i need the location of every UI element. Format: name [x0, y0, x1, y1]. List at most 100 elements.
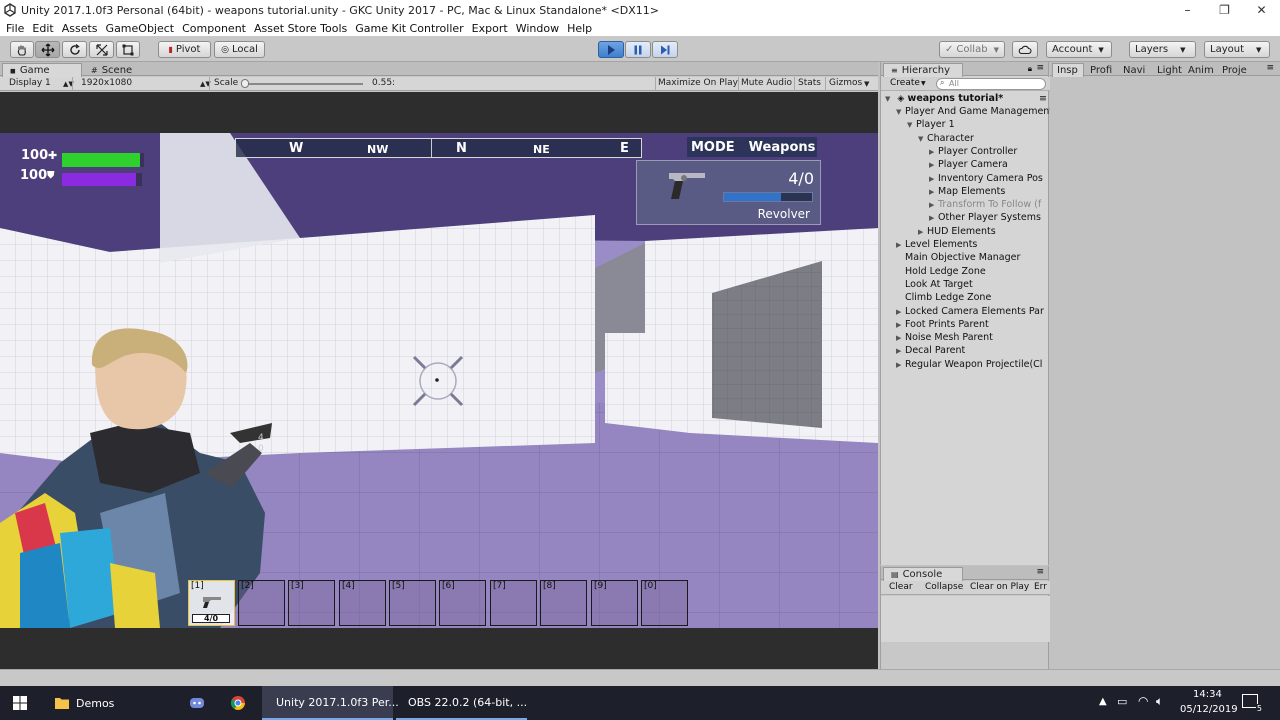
hierarchy-item[interactable]: ▶ Other Player Systems [881, 212, 1050, 225]
menu-file[interactable]: File [6, 22, 24, 35]
expand-arrow-icon[interactable]: ▶ [929, 148, 938, 156]
move-tool-button[interactable] [35, 41, 60, 58]
hierarchy-item[interactable]: ▶ Foot Prints Parent [881, 319, 1050, 332]
hierarchy-item[interactable]: ▶ Level Elements [881, 239, 1050, 252]
layout-dropdown[interactable]: Layout ▼ [1204, 41, 1270, 58]
hierarchy-item[interactable]: ▶ Regular Weapon Projectile(Cl [881, 359, 1050, 372]
weapon-slot-8[interactable]: [8] [540, 580, 587, 626]
clock-time[interactable]: 14:34 [1193, 689, 1222, 700]
taskbar-discord[interactable] [183, 686, 211, 720]
tab-console[interactable]: ▤ Console [883, 567, 963, 581]
tab-inspector[interactable]: Insp [1052, 63, 1084, 77]
hierarchy-item[interactable]: ▶ Locked Camera Elements Par [881, 306, 1050, 319]
console-collapse-button[interactable]: Collapse [925, 582, 963, 592]
taskbar-obs[interactable]: OBS 22.0.2 (64-bit, ... [396, 686, 527, 720]
tab-project[interactable]: Proje [1220, 63, 1255, 77]
expand-arrow-icon[interactable]: ▶ [896, 347, 905, 355]
pivot-toggle-button[interactable]: ▮ Pivot [158, 41, 211, 58]
scale-slider-thumb[interactable] [241, 79, 249, 88]
expand-arrow-icon[interactable]: ▶ [896, 321, 905, 329]
rect-tool-button[interactable] [116, 41, 140, 58]
panel-menu-icon[interactable]: ≡ [1036, 63, 1044, 73]
gizmos-dropdown[interactable]: Gizmos [829, 78, 862, 88]
menu-asset-store-tools[interactable]: Asset Store Tools [254, 22, 347, 35]
maximize-button[interactable]: ❐ [1206, 3, 1243, 17]
taskbar-chrome[interactable] [224, 686, 252, 720]
game-viewport[interactable]: 100 ✚ 100 ⛊ W NW N NE E MODE Weapons 4/0… [0, 133, 878, 628]
maximize-on-play-toggle[interactable]: Maximize On Play [658, 78, 738, 88]
weapon-slot-9[interactable]: [9] [591, 580, 638, 626]
hierarchy-item[interactable]: Climb Ledge Zone [881, 292, 1050, 305]
mute-audio-toggle[interactable]: Mute Audio [741, 78, 792, 88]
scene-menu-icon[interactable]: ≡ [1039, 93, 1047, 104]
hierarchy-item[interactable]: ▶ HUD Elements [881, 226, 1050, 239]
weapon-slot-3[interactable]: [3] [288, 580, 335, 626]
step-button[interactable] [652, 41, 678, 58]
hierarchy-item[interactable]: ▶ Noise Mesh Parent [881, 332, 1050, 345]
account-dropdown[interactable]: Account ▼ [1046, 41, 1112, 58]
console-log-area[interactable] [881, 596, 1050, 642]
menu-edit[interactable]: Edit [32, 22, 53, 35]
hierarchy-item[interactable]: ▼ Player 1 [881, 119, 1050, 132]
close-button[interactable]: ✕ [1243, 3, 1280, 17]
volume-icon[interactable]: 🔈︎ [1156, 694, 1163, 709]
hierarchy-search-box[interactable]: ⌕ All [936, 78, 1046, 90]
collab-dropdown[interactable]: ✓ Collab ▼ [939, 41, 1005, 58]
scale-tool-button[interactable] [89, 41, 114, 58]
menu-window[interactable]: Window [516, 22, 559, 35]
scale-slider-track[interactable] [243, 83, 363, 85]
weapon-slot-4[interactable]: [4] [339, 580, 386, 626]
weapon-slot-1[interactable]: [1] 4/0 [188, 580, 235, 626]
expand-arrow-icon[interactable]: ▶ [918, 228, 927, 236]
weapon-slot-7[interactable]: [7] [490, 580, 537, 626]
expand-arrow-icon[interactable]: ▶ [929, 214, 938, 222]
layers-dropdown[interactable]: Layers ▼ [1129, 41, 1196, 58]
taskbar-demos[interactable]: Demos [46, 686, 176, 720]
expand-arrow-icon[interactable]: ▶ [896, 308, 905, 316]
panel-menu-icon[interactable]: ≡ [1266, 63, 1274, 73]
expand-arrow-icon[interactable]: ▶ [929, 188, 938, 196]
hierarchy-item[interactable]: ▶ Decal Parent [881, 345, 1050, 358]
panel-menu-icon[interactable]: ≡ [1036, 567, 1044, 577]
tab-profiler[interactable]: Profi [1086, 63, 1118, 77]
minimize-button[interactable]: – [1169, 3, 1206, 17]
tab-scene[interactable]: # Scene [84, 63, 164, 77]
hierarchy-item[interactable]: ▼ Character [881, 133, 1050, 146]
start-button[interactable] [0, 686, 40, 720]
menu-component[interactable]: Component [182, 22, 246, 35]
local-toggle-button[interactable]: ◎ Local [214, 41, 265, 58]
expand-arrow-icon[interactable]: ▶ [929, 175, 938, 183]
console-error-pause-button[interactable]: Err [1034, 582, 1047, 592]
expand-arrow-icon[interactable]: ▼ [907, 121, 916, 129]
lock-icon[interactable]: 🔒︎ [1028, 64, 1032, 74]
menu-export[interactable]: Export [472, 22, 508, 35]
expand-arrow-icon[interactable]: ▶ [929, 201, 938, 209]
resolution-dropdown[interactable]: 1920x1080 [81, 78, 132, 88]
hierarchy-item[interactable]: Hold Ledge Zone [881, 266, 1050, 279]
menu-gameobject[interactable]: GameObject [106, 22, 175, 35]
hierarchy-item[interactable]: Main Objective Manager [881, 252, 1050, 265]
tab-navigation[interactable]: Navi [1119, 63, 1152, 77]
pause-button[interactable] [625, 41, 651, 58]
tab-lighting[interactable]: Light [1153, 63, 1186, 77]
expand-arrow-icon[interactable]: ▶ [896, 241, 905, 249]
clock-date[interactable]: 05/12/2019 [1180, 704, 1238, 715]
wifi-icon[interactable]: ◠ [1138, 694, 1148, 708]
expand-arrow-icon[interactable]: ▶ [929, 161, 938, 169]
cloud-button[interactable] [1012, 41, 1038, 58]
expand-arrow-icon[interactable]: ▶ [896, 334, 905, 342]
weapon-slot-5[interactable]: [5] [389, 580, 436, 626]
tray-chevron-up-icon[interactable]: ▲ [1099, 696, 1107, 707]
tab-hierarchy[interactable]: ≡ Hierarchy [883, 63, 963, 77]
tab-game[interactable]: ◼ Game [2, 63, 82, 77]
create-dropdown[interactable]: Create [890, 78, 920, 88]
display-dropdown[interactable]: Display 1 [9, 78, 51, 88]
battery-icon[interactable]: ▭ [1117, 695, 1127, 708]
weapon-slot-6[interactable]: [6] [439, 580, 486, 626]
hierarchy-item[interactable]: ▶ Inventory Camera Pos [881, 173, 1050, 186]
menu-help[interactable]: Help [567, 22, 592, 35]
hierarchy-item[interactable]: Look At Target [881, 279, 1050, 292]
weapon-slot-2[interactable]: [2] [238, 580, 285, 626]
taskbar-unity[interactable]: Unity 2017.1.0f3 Per... [262, 686, 399, 720]
scene-root[interactable]: ▼ ◈ weapons tutorial* ≡ [881, 93, 1050, 106]
